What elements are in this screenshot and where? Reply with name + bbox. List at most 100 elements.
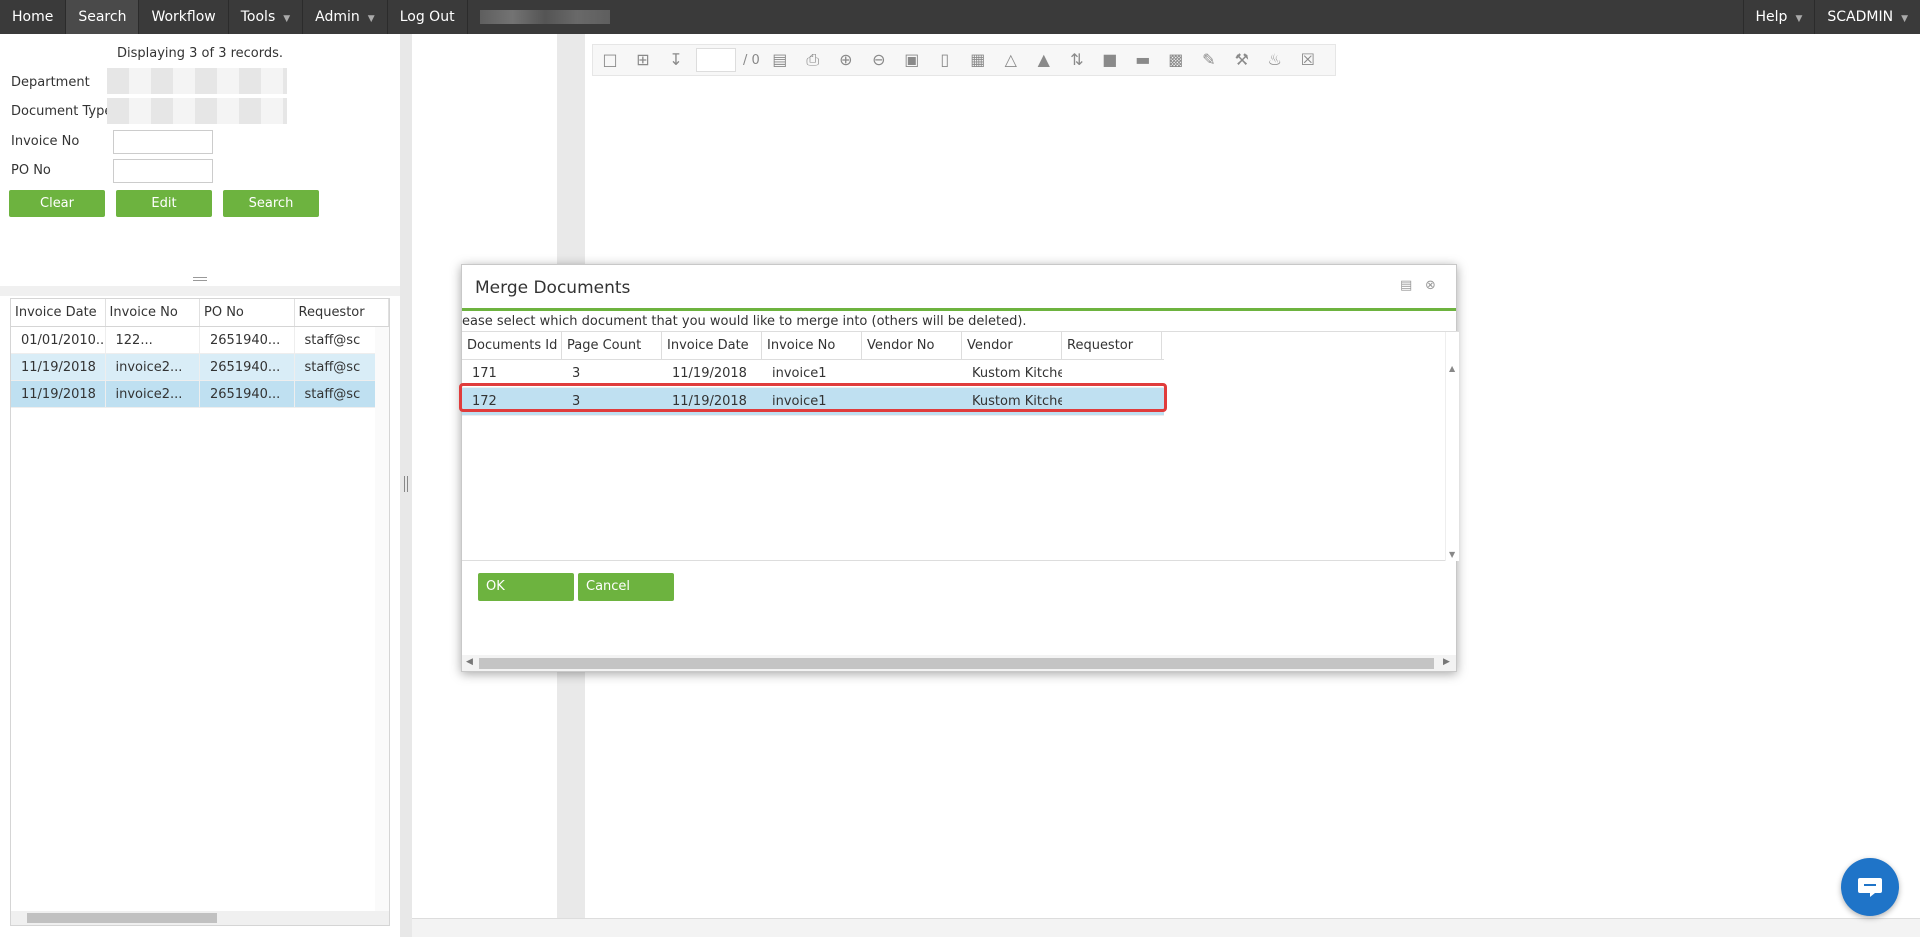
rotate-left-icon[interactable]: △ bbox=[998, 48, 1024, 72]
nav-search[interactable]: Search bbox=[66, 0, 140, 34]
viewer-horizontal-scrollbar[interactable] bbox=[412, 918, 1920, 937]
burn-icon[interactable]: ♨ bbox=[1262, 48, 1288, 72]
nav-logout[interactable]: Log Out bbox=[388, 0, 468, 34]
cell: 01/01/2010... bbox=[11, 327, 106, 353]
page-icon[interactable]: ▯ bbox=[932, 48, 958, 72]
text-icon[interactable]: ▩ bbox=[1163, 48, 1189, 72]
print-icon[interactable]: ⎙ bbox=[800, 48, 826, 72]
page-number-input[interactable] bbox=[696, 48, 736, 72]
nav-tools[interactable]: Tools ▼ bbox=[229, 0, 304, 34]
search-button[interactable]: Search bbox=[223, 190, 319, 217]
cell: 122... bbox=[106, 327, 200, 353]
column-header[interactable]: Page Count bbox=[562, 332, 662, 359]
po-input[interactable] bbox=[113, 159, 213, 183]
search-panel: Displaying 3 of 3 records. Department Do… bbox=[0, 34, 400, 274]
resize-grip[interactable] bbox=[193, 277, 207, 281]
chevron-down-icon: ▼ bbox=[367, 14, 375, 24]
flip-icon[interactable]: ⇅ bbox=[1064, 48, 1090, 72]
pen-icon[interactable]: ✎ bbox=[1196, 48, 1222, 72]
splitter-grip[interactable] bbox=[404, 476, 408, 492]
results-horizontal-scrollbar[interactable] bbox=[11, 911, 389, 925]
table-row[interactable]: 11/19/2018 invoice2... 2651940... staff@… bbox=[11, 381, 389, 408]
column-header[interactable]: Invoice Date bbox=[11, 299, 106, 326]
cell: 2651940... bbox=[200, 381, 295, 407]
chevron-down-icon: ▼ bbox=[1795, 14, 1803, 24]
zoom-out-icon[interactable]: ⊖ bbox=[866, 48, 892, 72]
doctype-select[interactable] bbox=[107, 98, 287, 124]
dialog-accent-bar bbox=[462, 308, 1456, 311]
highlight-icon[interactable]: ▬ bbox=[1130, 48, 1156, 72]
table-row[interactable]: 01/01/2010... 122... 2651940... staff@sc bbox=[11, 327, 389, 354]
nav-admin-label: Admin bbox=[315, 9, 360, 25]
nav-help-label: Help bbox=[1755, 9, 1788, 25]
nav-help[interactable]: Help ▼ bbox=[1742, 0, 1815, 34]
redacted-area bbox=[479, 10, 610, 24]
scrollbar-thumb[interactable] bbox=[479, 658, 1434, 669]
column-header[interactable]: Invoice Date bbox=[662, 332, 762, 359]
column-header[interactable]: Requestor bbox=[295, 299, 389, 326]
delete-icon[interactable]: ☒ bbox=[1295, 48, 1321, 72]
column-header[interactable]: PO No bbox=[200, 299, 295, 326]
column-header[interactable]: Documents Id bbox=[462, 332, 562, 359]
nav-home[interactable]: Home bbox=[0, 0, 67, 34]
stamp-icon[interactable]: ⚒ bbox=[1229, 48, 1255, 72]
zoom-in-icon[interactable]: ⊕ bbox=[833, 48, 859, 72]
panel-separator bbox=[0, 286, 400, 296]
selection-highlight bbox=[459, 383, 1167, 412]
redact-icon[interactable]: ■ bbox=[1097, 48, 1123, 72]
close-icon[interactable]: ⊗ bbox=[1425, 278, 1436, 293]
department-label: Department bbox=[11, 75, 90, 90]
scan-icon[interactable]: ▦ bbox=[965, 48, 991, 72]
records-count: Displaying 3 of 3 records. bbox=[116, 46, 284, 61]
add-page-icon[interactable]: ⊞ bbox=[630, 48, 656, 72]
cancel-button[interactable]: Cancel bbox=[578, 573, 674, 601]
po-label: PO No bbox=[11, 163, 51, 178]
rotate-right-icon[interactable]: ▲ bbox=[1031, 48, 1057, 72]
scroll-up-icon[interactable]: ▲ bbox=[1449, 364, 1455, 373]
chevron-down-icon: ▼ bbox=[283, 14, 291, 24]
cell: invoice2... bbox=[106, 381, 200, 407]
nav-user-label: SCADMIN bbox=[1827, 9, 1894, 25]
results-vertical-scrollbar[interactable] bbox=[375, 327, 389, 913]
ok-button[interactable]: OK bbox=[478, 573, 574, 601]
nav-admin[interactable]: Admin ▼ bbox=[303, 0, 388, 34]
top-nav: Home Search Workflow Tools ▼ Admin ▼ Log O… bbox=[0, 0, 1920, 34]
scroll-left-icon[interactable]: ◀ bbox=[466, 657, 473, 667]
scroll-right-icon[interactable]: ▶ bbox=[1443, 657, 1450, 667]
maximize-icon[interactable]: ▤ bbox=[1400, 278, 1412, 293]
merge-grid: Documents Id Page Count Invoice Date Inv… bbox=[459, 331, 1459, 561]
chat-bubble-icon bbox=[1858, 878, 1882, 897]
chat-button[interactable] bbox=[1841, 858, 1899, 916]
column-header[interactable]: Invoice No bbox=[106, 299, 200, 326]
table-row[interactable]: 11/19/2018 invoice2... 2651940... staff@… bbox=[11, 354, 389, 381]
cell: 2651940... bbox=[200, 354, 295, 380]
merge-documents-dialog: Merge Documents ▤ ⊗ ease select which do… bbox=[459, 264, 1459, 672]
invoice-input[interactable] bbox=[113, 130, 213, 154]
nav-tools-label: Tools bbox=[240, 9, 276, 25]
new-page-icon[interactable]: □ bbox=[597, 48, 623, 72]
merge-grid-vertical-scrollbar[interactable]: ▲ ▼ bbox=[1445, 332, 1459, 561]
save-page-icon[interactable]: ▤ bbox=[767, 48, 793, 72]
import-page-icon[interactable]: ↧ bbox=[663, 48, 689, 72]
edit-button[interactable]: Edit bbox=[116, 190, 212, 217]
cell: 2651940... bbox=[200, 327, 295, 353]
nav-workflow[interactable]: Workflow bbox=[139, 0, 229, 34]
scroll-down-icon[interactable]: ▼ bbox=[1449, 550, 1455, 559]
dialog-horizontal-scrollbar[interactable]: ◀ ▶ bbox=[462, 655, 1456, 671]
results-header: Invoice Date Invoice No PO No Requestor bbox=[11, 299, 389, 327]
column-header[interactable]: Vendor No bbox=[862, 332, 962, 359]
scrollbar-thumb[interactable] bbox=[27, 913, 217, 923]
cell: invoice2... bbox=[106, 354, 200, 380]
merge-grid-header: Documents Id Page Count Invoice Date Inv… bbox=[462, 332, 1164, 360]
page-total: / 0 bbox=[743, 52, 760, 68]
nav-user[interactable]: SCADMIN ▼ bbox=[1814, 0, 1920, 34]
fit-icon[interactable]: ▣ bbox=[899, 48, 925, 72]
results-grid: Invoice Date Invoice No PO No Requestor … bbox=[10, 298, 390, 926]
clear-button[interactable]: Clear bbox=[9, 190, 105, 217]
department-select[interactable] bbox=[107, 68, 287, 94]
column-header[interactable]: Invoice No bbox=[762, 332, 862, 359]
cell: 11/19/2018 bbox=[11, 354, 106, 380]
column-header[interactable]: Requestor bbox=[1062, 332, 1162, 359]
invoice-label: Invoice No bbox=[11, 134, 80, 149]
column-header[interactable]: Vendor bbox=[962, 332, 1062, 359]
